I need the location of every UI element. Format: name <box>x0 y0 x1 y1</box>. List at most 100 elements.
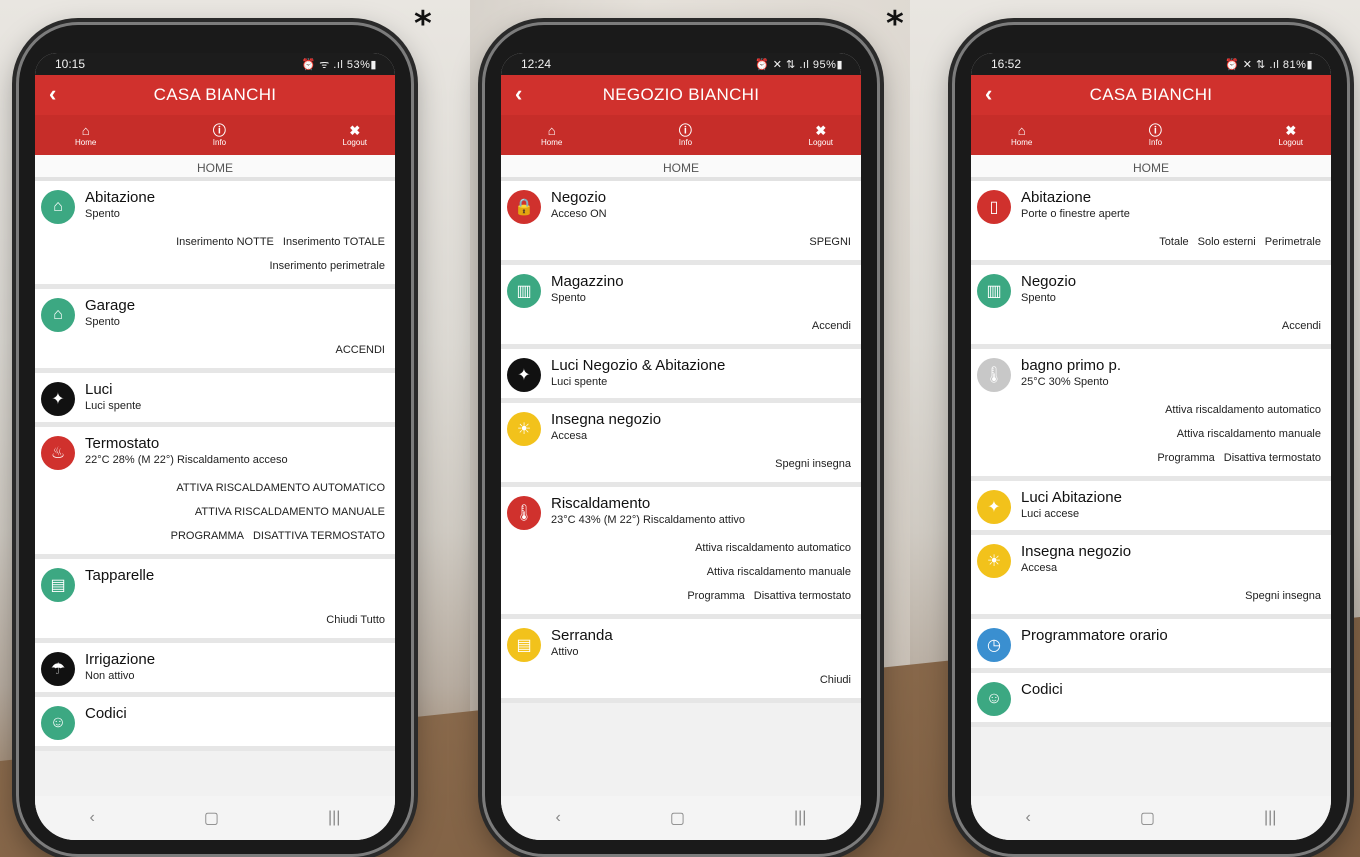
action-button[interactable]: Accendi <box>1282 320 1321 332</box>
action-button[interactable]: Inserimento TOTALE <box>283 236 385 248</box>
nav-info-button[interactable]: ⓘ Info <box>679 115 692 155</box>
nav-home-button[interactable]: ⌂ Home <box>541 115 562 155</box>
bulb-icon: ✦ <box>977 490 1011 524</box>
nav-home-button[interactable]: ⌂ Home <box>75 115 96 155</box>
nav-logout-button[interactable]: ✖ Logout <box>343 115 367 155</box>
action-button[interactable]: Attiva riscaldamento automatico <box>1165 404 1321 416</box>
factory-icon: ▥ <box>977 274 1011 308</box>
nav-logout-button[interactable]: ✖ Logout <box>809 115 833 155</box>
item-actions: Accendi <box>507 314 851 338</box>
action-button[interactable]: Disattiva termostato <box>754 590 851 602</box>
home-key-icon[interactable]: ▢ <box>204 808 219 828</box>
list-item[interactable]: 🌡 Riscaldamento 23°C 43% (M 22°) Riscaldam… <box>501 487 861 619</box>
item-name: Garage <box>85 297 136 314</box>
back-key-icon[interactable]: ‹ <box>556 809 561 827</box>
recents-key-icon[interactable]: ||| <box>1264 809 1276 827</box>
list-item[interactable]: 🌡 bagno primo p. 25°C 30% Spento Attiva ris… <box>971 349 1331 481</box>
action-button[interactable]: Solo esterni <box>1198 236 1256 248</box>
action-button[interactable]: Programma <box>1157 452 1214 464</box>
action-button[interactable]: ATTIVA RISCALDAMENTO MANUALE <box>195 506 385 518</box>
action-button[interactable]: Attiva riscaldamento manuale <box>707 566 851 578</box>
item-actions: Spegni insegna <box>507 452 851 476</box>
back-arrow-icon[interactable]: ‹ <box>49 81 56 107</box>
action-button[interactable]: Disattiva termostato <box>1224 452 1321 464</box>
action-button[interactable]: Inserimento perimetrale <box>269 260 385 272</box>
status-indicators: ⏰ ✕ ⇅ .ıl 95%▮ <box>755 58 843 71</box>
list-item[interactable]: ▥ Magazzino Spento Accendi <box>501 265 861 349</box>
item-text: Codici <box>85 705 127 723</box>
action-button[interactable]: Programma <box>687 590 744 602</box>
item-text: Negozio Spento <box>1021 273 1076 305</box>
list-item[interactable]: ☀ Insegna negozio Accesa Spegni insegna <box>501 403 861 487</box>
list-item[interactable]: ☂ Irrigazione Non attivo <box>35 643 395 697</box>
home-key-icon[interactable]: ▢ <box>1140 808 1155 828</box>
page-title: NEGOZIO BIANCHI <box>602 85 760 104</box>
home-key-icon[interactable]: ▢ <box>670 808 685 828</box>
item-name: Codici <box>85 705 127 722</box>
action-button[interactable]: ACCENDI <box>335 344 385 356</box>
action-button[interactable]: Chiudi <box>820 674 851 686</box>
action-button[interactable]: Spegni insegna <box>775 458 851 470</box>
list-item[interactable]: ✦ Luci Negozio & Abitazione Luci spente <box>501 349 861 403</box>
back-arrow-icon[interactable]: ‹ <box>985 81 992 107</box>
action-button[interactable]: Accendi <box>812 320 851 332</box>
list-item[interactable]: ☺ Codici <box>971 673 1331 727</box>
nav-home-button[interactable]: ⌂ Home <box>1011 115 1032 155</box>
list-item[interactable]: ⌂ Garage Spento ACCENDI <box>35 289 395 373</box>
list-item[interactable]: ☀ Insegna negozio Accesa Spegni insegna <box>971 535 1331 619</box>
close-icon: ✖ <box>349 122 361 138</box>
back-key-icon[interactable]: ‹ <box>1026 809 1031 827</box>
action-button[interactable]: PROGRAMMA <box>171 530 244 542</box>
action-button[interactable]: Perimetrale <box>1265 236 1321 248</box>
item-name: Abitazione <box>85 189 156 206</box>
recents-key-icon[interactable]: ||| <box>328 809 340 827</box>
nav-home-label: Home <box>541 137 563 147</box>
item-header: ▤ Tapparelle <box>41 567 385 602</box>
list-item[interactable]: ▤ Serranda Attivo Chiudi <box>501 619 861 703</box>
item-status: 22°C 28% (M 22°) Riscaldamento acceso <box>85 454 288 466</box>
list-item[interactable]: ◷ Programmatore orario <box>971 619 1331 673</box>
list-item[interactable]: ☺ Codici <box>35 697 395 751</box>
action-row: ACCENDI <box>41 338 385 362</box>
item-status: Spento <box>1021 292 1056 304</box>
item-name: Insegna negozio <box>551 411 662 428</box>
item-status: Non attivo <box>85 670 135 682</box>
action-button[interactable]: Attiva riscaldamento manuale <box>1177 428 1321 440</box>
action-button[interactable]: Inserimento NOTTE <box>176 236 274 248</box>
list-item[interactable]: ▥ Negozio Spento Accendi <box>971 265 1331 349</box>
item-text: Tapparelle <box>85 567 154 585</box>
clock-time: 10:15 <box>55 57 86 71</box>
back-arrow-icon[interactable]: ‹ <box>515 81 522 107</box>
list-item[interactable]: 🔒 Negozio Acceso ON SPEGNI <box>501 181 861 265</box>
item-actions: ACCENDI <box>41 338 385 362</box>
action-button[interactable]: Attiva riscaldamento automatico <box>695 542 851 554</box>
list-item[interactable]: ⌂ Abitazione Spento Inserimento NOTTE Inseri… <box>35 181 395 289</box>
item-text: Termostato 22°C 28% (M 22°) Riscaldamento… <box>85 435 288 467</box>
action-button[interactable]: Totale <box>1159 236 1188 248</box>
recents-key-icon[interactable]: ||| <box>794 809 806 827</box>
list-item[interactable]: ▯ Abitazione Porte o finestre aperte Totale… <box>971 181 1331 265</box>
app-screen: 10:15 ⏰ ᯤ .ıl 53%▮ ‹ CASA BIANCHI ⌂ Home ⓘ Info… <box>35 53 395 840</box>
nav-info-button[interactable]: ⓘ Info <box>213 115 226 155</box>
back-key-icon[interactable]: ‹ <box>90 809 95 827</box>
nav-info-button[interactable]: ⓘ Info <box>1149 115 1162 155</box>
android-nav-bar: ‹ ▢ ||| <box>501 796 861 840</box>
action-button[interactable]: DISATTIVA TERMOSTATO <box>253 530 385 542</box>
list-item[interactable]: ✦ Luci Luci spente <box>35 373 395 427</box>
info-icon: ⓘ <box>678 122 692 138</box>
nav-home-label: Home <box>75 137 97 147</box>
item-actions: Attiva riscaldamento automatico Attiva ri… <box>977 398 1321 470</box>
item-header: ♨ Termostato 22°C 28% (M 22°) Riscaldament… <box>41 435 385 470</box>
list-item[interactable]: ♨ Termostato 22°C 28% (M 22°) Riscaldament… <box>35 427 395 559</box>
action-button[interactable]: SPEGNI <box>809 236 851 248</box>
action-row: PROGRAMMA DISATTIVA TERMOSTATO <box>41 524 385 548</box>
action-button[interactable]: Chiudi Tutto <box>326 614 385 626</box>
list-item[interactable]: ✦ Luci Abitazione Luci accese <box>971 481 1331 535</box>
nav-logout-button[interactable]: ✖ Logout <box>1279 115 1303 155</box>
action-row: Spegni insegna <box>507 452 851 476</box>
action-button[interactable]: ATTIVA RISCALDAMENTO AUTOMATICO <box>176 482 385 494</box>
list-item[interactable]: ▤ Tapparelle Chiudi Tutto <box>35 559 395 643</box>
home-icon: ⌂ <box>81 122 90 138</box>
action-button[interactable]: Spegni insegna <box>1245 590 1321 602</box>
item-text: Luci Abitazione Luci accese <box>1021 489 1122 521</box>
